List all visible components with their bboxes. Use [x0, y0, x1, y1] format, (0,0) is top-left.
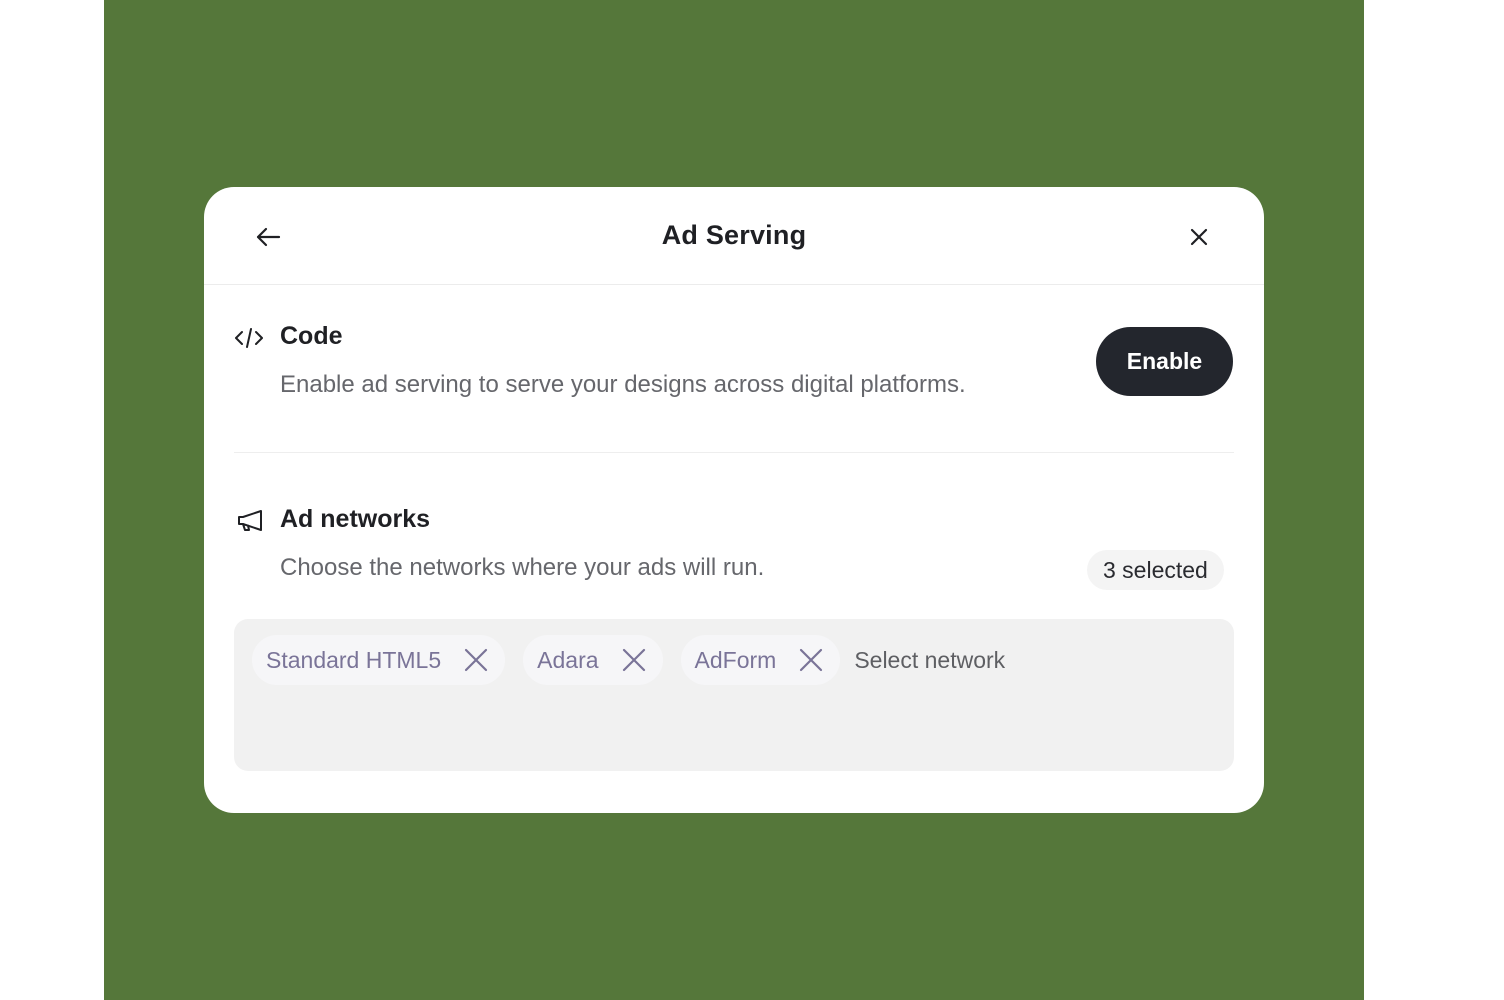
- ad-networks-description: Choose the networks where your ads will …: [280, 554, 765, 581]
- close-button[interactable]: [1179, 217, 1219, 257]
- dialog-title: Ad Serving: [661, 220, 807, 250]
- ad-networks-title: Ad networks: [280, 505, 431, 533]
- network-chip: Adara: [523, 635, 663, 685]
- selected-count-badge: 3 selected: [1087, 550, 1224, 590]
- remove-chip-button[interactable]: [461, 645, 491, 675]
- megaphone-icon: [234, 507, 268, 535]
- close-icon: [1190, 228, 1208, 246]
- network-select-field[interactable]: Standard HTML5 Adara AdForm Select netwo…: [234, 619, 1234, 771]
- close-icon: [465, 648, 488, 672]
- network-chip: AdForm: [680, 635, 841, 685]
- code-icon: [232, 324, 266, 352]
- ad-serving-dialog: Ad Serving Code Enable ad serving to ser…: [204, 187, 1264, 813]
- section-divider: [234, 452, 1234, 453]
- select-network-input[interactable]: [854, 646, 1055, 674]
- remove-chip-button[interactable]: [619, 645, 649, 675]
- remove-chip-button[interactable]: [796, 645, 826, 675]
- dialog-header: Ad Serving: [204, 187, 1264, 285]
- page-background: Ad Serving Code Enable ad serving to ser…: [104, 0, 1364, 1000]
- code-section-title: Code: [280, 322, 343, 350]
- chip-label: AdForm: [694, 646, 777, 673]
- close-icon: [622, 648, 645, 672]
- enable-button[interactable]: Enable: [1096, 327, 1233, 396]
- code-section-description: Enable ad serving to serve your designs …: [280, 371, 966, 398]
- network-chip: Standard HTML5: [252, 635, 506, 685]
- chip-label: Standard HTML5: [266, 646, 442, 673]
- close-icon: [800, 648, 823, 672]
- selected-networks: Standard HTML5 Adara AdForm Select netwo…: [252, 635, 1055, 685]
- chip-label: Adara: [537, 646, 599, 673]
